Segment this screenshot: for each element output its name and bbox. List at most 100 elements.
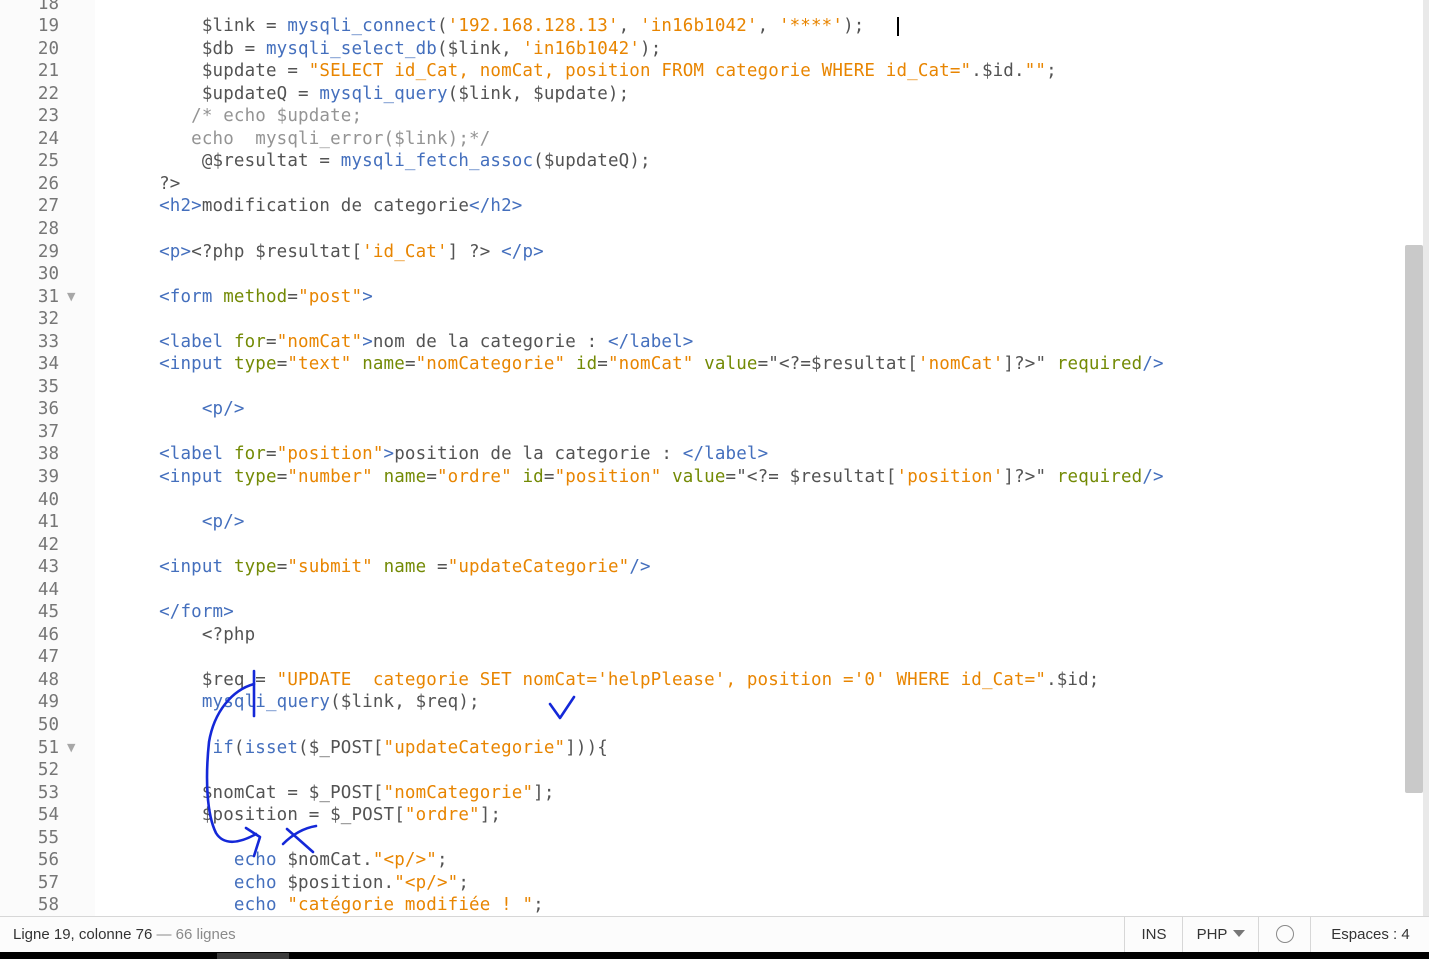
code-line[interactable]: 32 [0, 308, 1404, 331]
code-token: <label [159, 444, 234, 465]
code-line[interactable]: 27 <h2>modification de categorie</h2> [0, 195, 1404, 218]
code-line[interactable]: 44 [0, 579, 1404, 602]
code-token: = [266, 444, 277, 465]
code-token: $updateQ = [95, 83, 320, 104]
code-token: ; [1046, 61, 1057, 82]
code-line[interactable]: 50 [0, 714, 1404, 737]
code-token: isset [244, 737, 299, 758]
code-token: "updateCategorie" [383, 737, 566, 758]
insert-mode-toggle[interactable]: INS [1124, 917, 1183, 952]
code-line[interactable]: 25 @$resultat = mysqli_fetch_assoc($upda… [0, 150, 1404, 173]
code-token: type [233, 354, 277, 375]
code-line[interactable]: 58 echo "catégorie modifiée ! "; [0, 894, 1404, 916]
line-number: 35 [37, 376, 59, 397]
code-token: /> [1142, 466, 1164, 487]
code-text: if(isset($_POST["updateCategorie"])){ [95, 737, 608, 760]
code-token: "updateCategorie" [447, 557, 630, 578]
code-text: $db = mysqli_select_db($link, 'in16b1042… [95, 38, 661, 61]
line-number: 41 [37, 512, 59, 533]
indentation-setting[interactable]: Espaces : 4 [1310, 917, 1429, 952]
code-line[interactable]: 37 [0, 421, 1404, 444]
code-lines[interactable]: 18 19 $link = mysqli_connect('192.168.128… [0, 0, 1404, 916]
code-token: ; [436, 850, 448, 871]
code-token: 'nomCat' [917, 354, 1004, 375]
code-token: $id. [981, 61, 1025, 82]
code-line[interactable]: 48 $req = "UPDATE categorie SET nomCat='… [0, 669, 1404, 692]
code-token: $link = [95, 16, 288, 37]
code-line[interactable]: 36 <p/> [0, 398, 1404, 421]
code-token: </label> [682, 444, 769, 465]
code-line[interactable]: 41 <p/> [0, 511, 1404, 534]
code-line[interactable]: 54 $position = $_POST["ordre"]; [0, 804, 1404, 827]
code-token: <?php $resultat[ [191, 241, 363, 262]
code-line[interactable]: 22 $updateQ = mysqli_query($link, $updat… [0, 83, 1404, 106]
code-line[interactable]: 29 <p><?php $resultat['id_Cat'] ?> </p> [0, 241, 1404, 264]
code-token: <label [159, 331, 234, 352]
language-select[interactable]: PHP [1182, 917, 1259, 952]
line-number: 43 [37, 557, 59, 578]
linter-status-button[interactable] [1258, 917, 1311, 952]
line-number: 40 [37, 489, 59, 510]
chevron-down-icon [1233, 930, 1246, 937]
code-line[interactable]: 47 [0, 646, 1404, 669]
code-line[interactable]: 56 echo $nomCat."<p/>"; [0, 849, 1404, 872]
code-line[interactable]: 46 <?php [0, 624, 1404, 647]
code-line[interactable]: 35 [0, 376, 1404, 399]
line-number: 49 [37, 692, 59, 713]
code-line[interactable]: 30 [0, 263, 1404, 286]
code-token: = [597, 354, 608, 375]
code-line[interactable]: 52 [0, 759, 1404, 782]
code-token: ); [843, 16, 865, 37]
code-token: ]; [479, 805, 502, 826]
code-line[interactable]: 57 echo $position."<p/>"; [0, 872, 1404, 895]
status-bar: Ligne 19, colonne 76 — 66 lignes INS PHP… [0, 916, 1429, 952]
code-line[interactable]: 39 <input type="number" name="ordre" id=… [0, 466, 1404, 489]
code-line[interactable]: 31 ▼ <form method="post"> [0, 286, 1404, 309]
code-line[interactable]: 53 $nomCat = $_POST["nomCategorie"]; [0, 782, 1404, 805]
line-number: 32 [37, 309, 59, 330]
triangle-down-icon[interactable]: ▼ [67, 286, 75, 309]
code-line[interactable]: 51 ▼ if(isset($_POST["updateCategorie"]))… [0, 737, 1404, 760]
code-token: '**** [778, 16, 833, 37]
code-line[interactable]: 38 <label for="position">position de la … [0, 443, 1404, 466]
code-line[interactable]: 45 </form> [0, 601, 1404, 624]
cursor-position-info[interactable]: Ligne 19, colonne 76 — 66 lignes [13, 917, 236, 953]
scrollbar-edge [1423, 0, 1429, 916]
code-token: for [233, 331, 266, 352]
code-line[interactable]: 24 echo mysqli_error($link);*/ [0, 128, 1404, 151]
code-token: = [543, 466, 555, 487]
code-line[interactable]: 42 [0, 534, 1404, 557]
code-line[interactable]: 21 $update = "SELECT id_Cat, nomCat, pos… [0, 60, 1404, 83]
code-line[interactable]: 23 /* echo $update; [0, 105, 1404, 128]
code-line[interactable]: 20 $db = mysqli_select_db($link, 'in16b1… [0, 38, 1404, 61]
code-line[interactable]: 34 <input type="text" name="nomCategorie… [0, 353, 1404, 376]
code-editor[interactable]: 18 19 $link = mysqli_connect('192.168.128… [0, 0, 1429, 916]
line-number: 22 [37, 83, 59, 104]
code-token: <h2> [159, 196, 202, 217]
code-token: = [276, 354, 288, 375]
code-token: required [1056, 354, 1143, 375]
code-line[interactable]: 18 [0, 0, 1404, 15]
triangle-down-icon[interactable]: ▼ [67, 737, 75, 760]
code-line[interactable]: 55 [0, 827, 1404, 850]
code-token: ; [533, 895, 544, 916]
vertical-scrollbar-thumb[interactable] [1405, 245, 1423, 793]
code-line[interactable]: 49 mysqli_query($link, $req); [0, 691, 1404, 714]
code-token: .$id; [1046, 669, 1100, 690]
code-line[interactable]: 28 [0, 218, 1404, 241]
code-token: "ordre" [437, 466, 512, 487]
code-token: $update = [95, 61, 309, 82]
code-line[interactable]: 40 [0, 489, 1404, 512]
code-line[interactable]: 43 <input type="submit" name ="updateCat… [0, 556, 1404, 579]
code-line[interactable]: 26 ?> [0, 173, 1404, 196]
line-number: 27 [37, 196, 59, 217]
code-line[interactable]: 19 $link = mysqli_connect('192.168.128.1… [0, 15, 1404, 38]
line-number: 54 [37, 805, 59, 826]
code-line[interactable]: 33 <label for="nomCat">nom de la categor… [0, 331, 1404, 354]
code-token: ]?>" [1003, 466, 1057, 487]
